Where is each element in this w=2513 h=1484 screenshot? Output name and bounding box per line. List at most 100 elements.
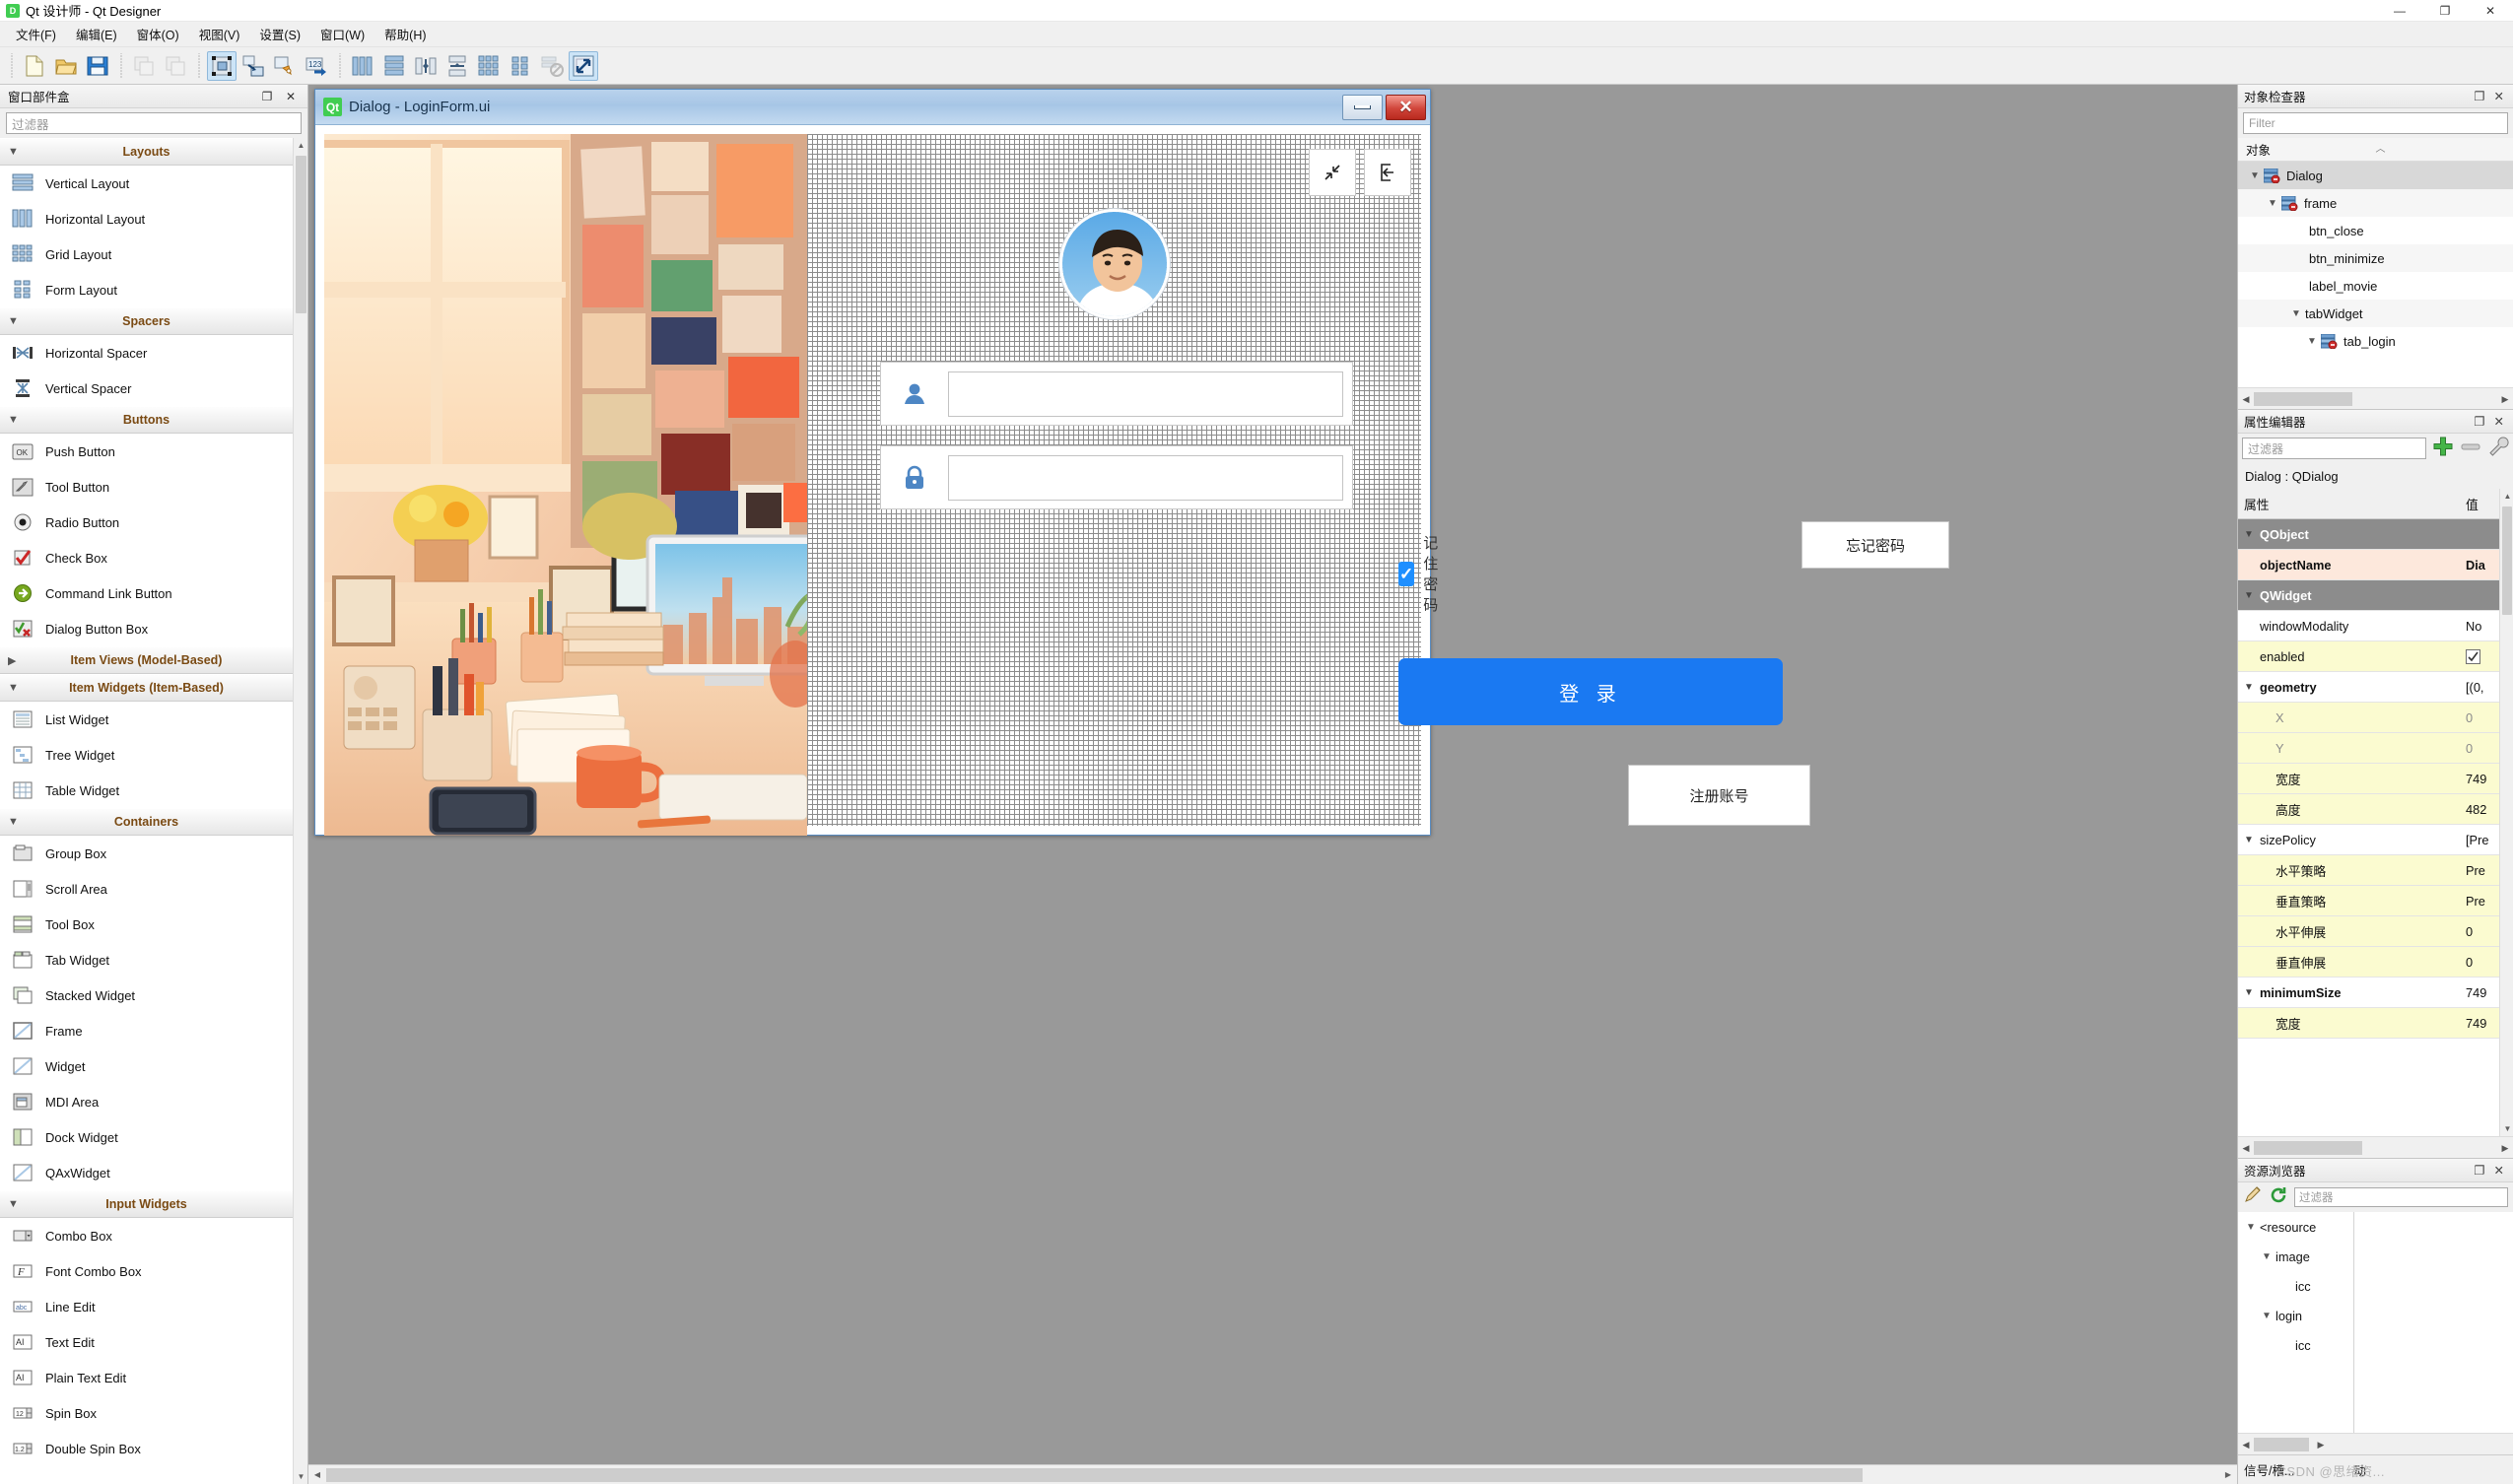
chevron-down-icon[interactable]: ▼ — [2258, 1311, 2275, 1321]
scroll-thumb[interactable] — [2502, 506, 2512, 615]
widget-item-tab-widget[interactable]: Tab Widget — [0, 942, 293, 978]
chevron-down-icon[interactable]: ▼ — [2244, 987, 2260, 998]
widget-item-scroll-area[interactable]: Scroll Area — [0, 871, 293, 907]
widget-item-combo-box[interactable]: Combo Box — [0, 1218, 293, 1253]
login-button[interactable]: 登 录 — [1398, 658, 1783, 725]
add-property-icon[interactable] — [2432, 436, 2454, 462]
widget-item-vertical-layout[interactable]: Vertical Layout — [0, 166, 293, 201]
widget-category-item-views[interactable]: ▶ Item Views (Model-Based) — [0, 646, 293, 674]
tree-node-dialog[interactable]: ▼ Dialog — [2238, 162, 2513, 189]
widget-item-font-combo-box[interactable]: F Font Combo Box — [0, 1253, 293, 1289]
layout-splitter-v-icon[interactable] — [442, 51, 472, 81]
break-layout-icon[interactable] — [537, 51, 567, 81]
widget-item-form-layout[interactable]: Form Layout — [0, 272, 293, 307]
widget-item-widget[interactable]: Widget — [0, 1048, 293, 1084]
tree-node-btn-close[interactable]: btn_close — [2238, 217, 2513, 244]
widget-box-filter-input[interactable]: 过滤器 — [6, 112, 302, 134]
widget-item-vertical-spacer[interactable]: Vertical Spacer — [0, 371, 293, 406]
forgot-password-button[interactable]: 忘记密码 — [1801, 521, 1949, 569]
scroll-down-arrow[interactable]: ▼ — [294, 1469, 307, 1484]
property-row-qobject[interactable]: ▼ QObject — [2238, 519, 2460, 550]
float-icon[interactable]: ❐ — [2474, 89, 2484, 103]
property-editor-filter-input[interactable]: 过滤器 — [2242, 438, 2426, 459]
save-form-icon[interactable] — [83, 51, 112, 81]
property-editor-hscrollbar[interactable]: ◀ ▶ — [2238, 1136, 2513, 1158]
property-row-enabled[interactable]: enabled — [2238, 641, 2460, 672]
property-row-y[interactable]: Y — [2238, 733, 2460, 764]
layout-splitter-h-icon[interactable] — [411, 51, 441, 81]
widget-item-grid-layout[interactable]: Grid Layout — [0, 236, 293, 272]
scroll-up-arrow[interactable]: ▲ — [294, 138, 307, 153]
form-window-titlebar[interactable]: Qt Dialog - LoginForm.ui ✕ — [315, 90, 1430, 125]
widget-category-input-widgets[interactable]: ▼ Input Widgets — [0, 1190, 293, 1218]
widget-item-command-link-button[interactable]: Command Link Button — [0, 575, 293, 611]
scroll-right-arrow[interactable]: ▶ — [2497, 1137, 2513, 1159]
form-minimize-button[interactable] — [1342, 94, 1383, 120]
widget-item-tool-box[interactable]: Tool Box — [0, 907, 293, 942]
chevron-down-icon[interactable]: ▼ — [2244, 835, 2260, 845]
scroll-thumb[interactable] — [2254, 1141, 2362, 1155]
password-field-row[interactable] — [880, 445, 1353, 509]
maximize-button[interactable]: ❐ — [2422, 0, 2468, 22]
username-field-row[interactable] — [880, 362, 1353, 426]
widget-item-dock-widget[interactable]: Dock Widget — [0, 1119, 293, 1155]
form-close-button[interactable]: ✕ — [1386, 94, 1426, 120]
object-inspector-hscrollbar[interactable]: ◀ ▶ — [2238, 387, 2513, 409]
widget-item-horizontal-layout[interactable]: Horizontal Layout — [0, 201, 293, 236]
pencil-icon[interactable] — [2243, 1185, 2263, 1210]
widget-item-double-spin-box[interactable]: 1.2 Double Spin Box — [0, 1431, 293, 1466]
tree-node-tabwidget[interactable]: ▼ tabWidget — [2238, 300, 2513, 327]
scroll-thumb[interactable] — [2254, 392, 2352, 406]
redo-icon[interactable] — [161, 51, 190, 81]
resource-browser-hscrollbar[interactable]: ◀ ▶ — [2238, 1433, 2513, 1454]
register-button[interactable]: 注册账号 — [1628, 765, 1810, 826]
password-input[interactable] — [948, 454, 1343, 501]
scroll-right-arrow[interactable]: ▶ — [2219, 1465, 2237, 1484]
open-form-icon[interactable] — [51, 51, 81, 81]
property-editor-vscrollbar[interactable]: ▲ ▼ — [2499, 489, 2513, 1136]
reload-icon[interactable] — [2269, 1185, 2288, 1210]
chevron-down-icon[interactable]: ▼ — [2242, 1222, 2260, 1233]
chevron-down-icon[interactable]: ▼ — [2244, 682, 2260, 693]
minimize-button[interactable]: — — [2377, 0, 2422, 22]
widget-item-text-edit[interactable]: AI Text Edit — [0, 1324, 293, 1360]
scroll-thumb[interactable] — [2254, 1438, 2309, 1451]
scroll-right-arrow[interactable]: ▶ — [2313, 1434, 2329, 1455]
close-icon[interactable]: ✕ — [284, 90, 298, 103]
widget-item-table-widget[interactable]: Table Widget — [0, 773, 293, 808]
widget-item-spin-box[interactable]: 12 Spin Box — [0, 1395, 293, 1431]
menu-edit[interactable]: 编辑(E) — [66, 22, 127, 46]
remember-password-checkbox[interactable]: ✓ 记住密码 — [1398, 532, 1447, 615]
btn-minimize[interactable] — [1309, 149, 1356, 196]
enabled-checkbox[interactable] — [2466, 648, 2480, 664]
property-row-geometry[interactable]: ▼ geometry — [2238, 672, 2460, 703]
property-row-vpolicy[interactable]: 垂直策略 — [2238, 886, 2460, 916]
edit-widgets-icon[interactable] — [207, 50, 237, 81]
property-row-hpolicy[interactable]: 水平策略 — [2238, 855, 2460, 886]
scroll-thumb[interactable] — [326, 1468, 1863, 1482]
remove-property-icon[interactable] — [2460, 436, 2481, 462]
tree-node-label-movie[interactable]: label_movie — [2238, 272, 2513, 300]
property-row-windowmodality[interactable]: windowModality — [2238, 611, 2460, 641]
edit-buddies-icon[interactable] — [270, 51, 300, 81]
btn-close[interactable] — [1364, 149, 1411, 196]
float-icon[interactable]: ❐ — [2474, 1163, 2484, 1178]
widget-item-line-edit[interactable]: abc Line Edit — [0, 1289, 293, 1324]
property-row-height[interactable]: 高度 — [2238, 794, 2460, 825]
menu-window[interactable]: 窗口(W) — [310, 22, 374, 46]
tree-node-btn-minimize[interactable]: btn_minimize — [2238, 244, 2513, 272]
layout-form-icon[interactable] — [506, 51, 535, 81]
checkbox-box[interactable]: ✓ — [1398, 561, 1415, 586]
undo-icon[interactable] — [129, 51, 159, 81]
close-icon[interactable]: ✕ — [2494, 89, 2504, 103]
scroll-thumb[interactable] — [296, 156, 306, 313]
widget-category-layouts[interactable]: ▼ Layouts — [0, 138, 293, 166]
widget-item-tool-button[interactable]: Tool Button — [0, 469, 293, 505]
float-icon[interactable]: ❐ — [260, 90, 274, 103]
edit-taborder-icon[interactable]: 123 — [302, 51, 331, 81]
resource-node-image-icc[interactable]: icc — [2238, 1271, 2353, 1301]
menu-file[interactable]: 文件(F) — [6, 22, 66, 46]
resource-node-resource[interactable]: ▼ <resource — [2238, 1212, 2353, 1242]
property-row-sizepolicy[interactable]: ▼ sizePolicy — [2238, 825, 2460, 855]
tree-node-frame[interactable]: ▼ frame — [2238, 189, 2513, 217]
